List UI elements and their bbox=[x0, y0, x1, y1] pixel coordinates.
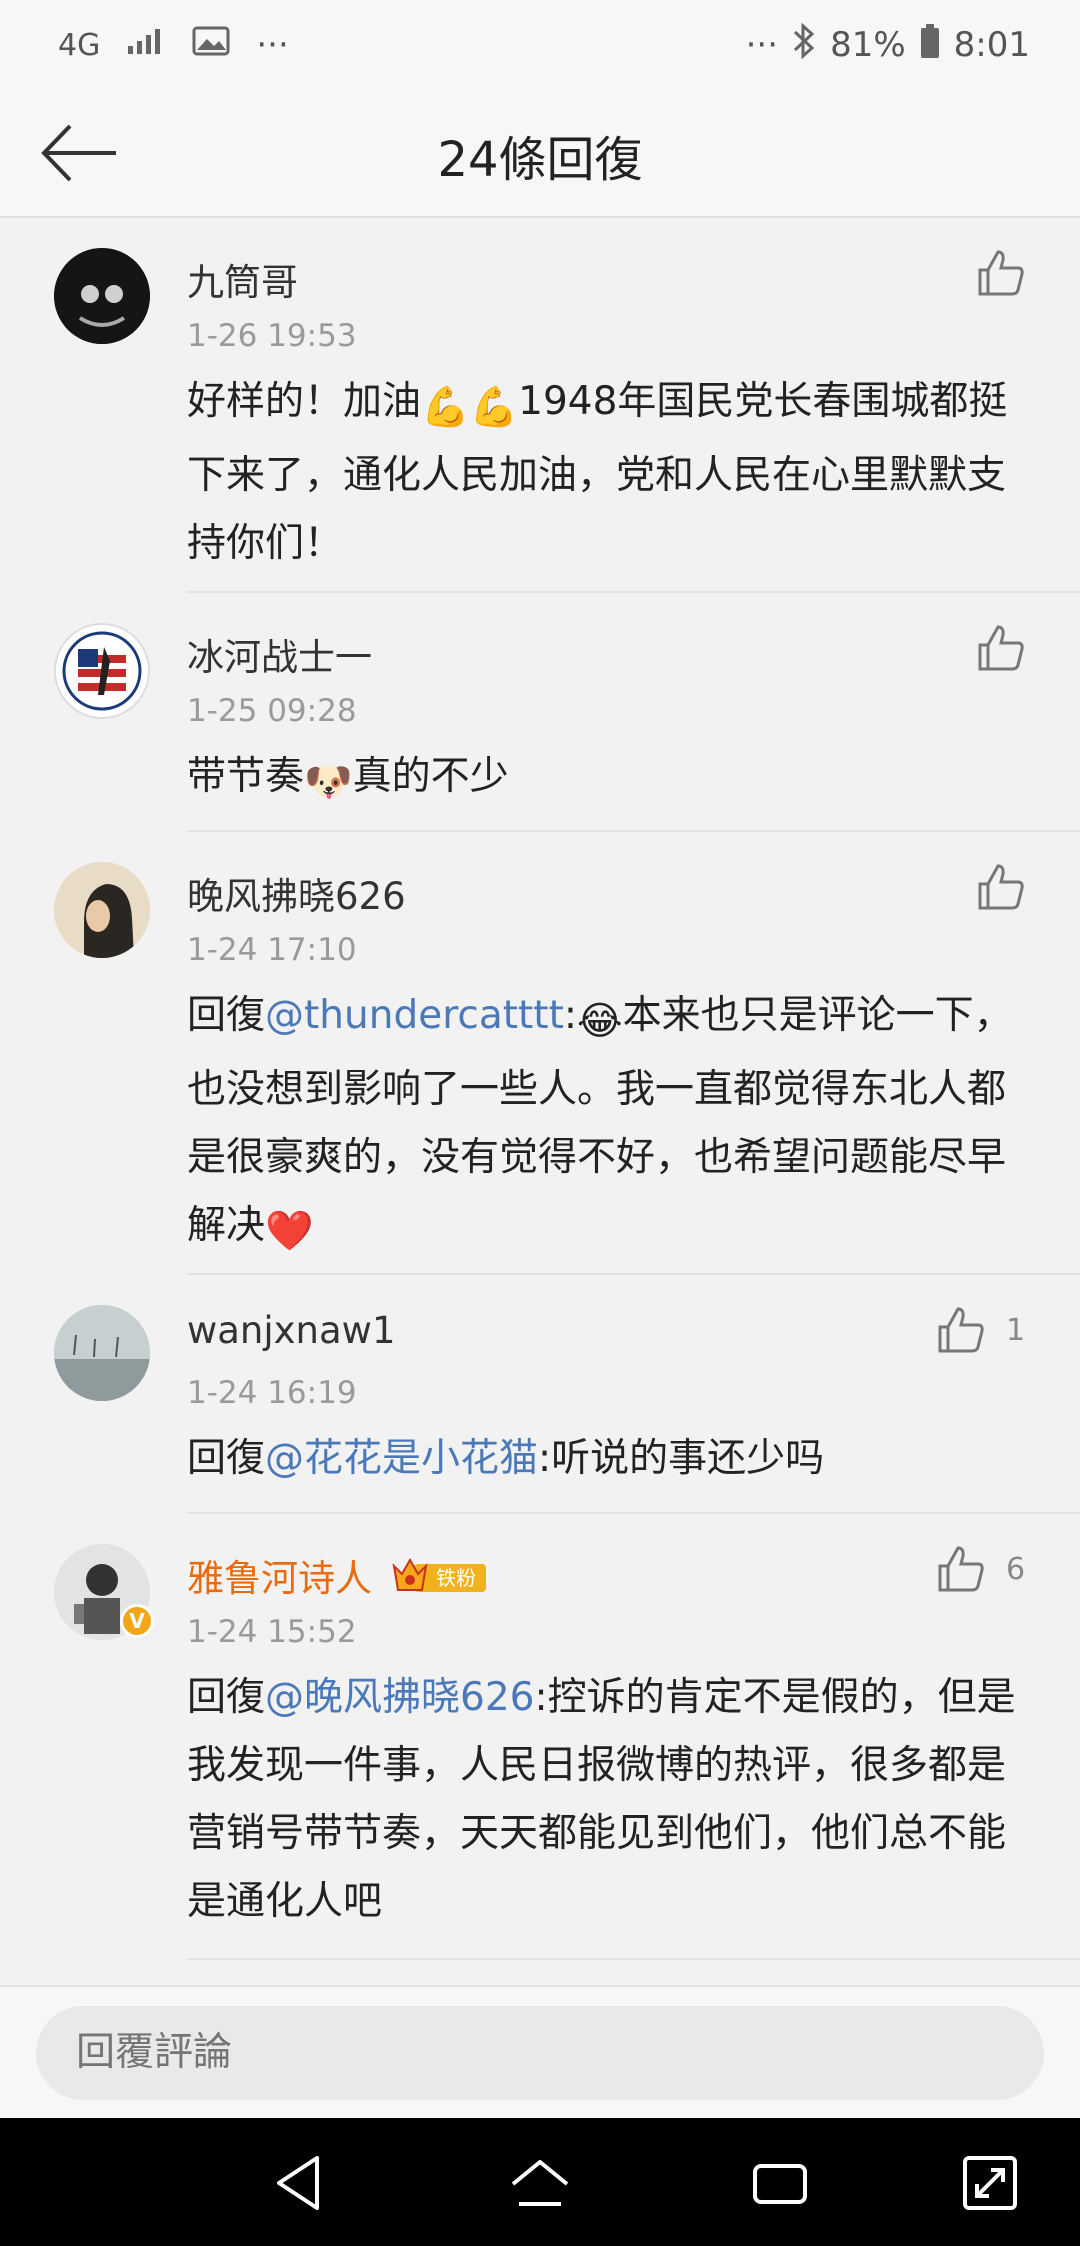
fan-badge: 铁粉 bbox=[392, 1556, 488, 1596]
timestamp: 1-24 15:52 bbox=[187, 1614, 357, 1650]
divider bbox=[187, 1958, 1080, 1960]
expand-icon bbox=[963, 2156, 1017, 2210]
username[interactable]: 雅鲁河诗人 bbox=[187, 1548, 372, 1602]
comment-item: 晚风拂晓626 1-24 17:10 回復@thundercatttt:😂本来也… bbox=[0, 832, 1080, 1275]
mention-link[interactable]: @花花是小花猫 bbox=[265, 1436, 538, 1481]
dog-face-emoji: 🐶 bbox=[304, 760, 353, 805]
laughing-emoji: 😂 bbox=[577, 999, 623, 1044]
back-triangle-icon bbox=[277, 2156, 319, 2210]
like-count: 6 bbox=[1006, 1551, 1026, 1587]
signal-icon bbox=[126, 25, 166, 65]
reply-prefix: 回復 bbox=[187, 993, 266, 1038]
heart-emoji: ❤️ bbox=[265, 1209, 314, 1254]
comment-item: 九筒哥 1-26 19:53 好样的！加油💪💪1948年国民党长春围城都挺下来了… bbox=[0, 218, 1080, 593]
avatar[interactable] bbox=[54, 623, 150, 719]
text-segment: 带节奏 bbox=[187, 754, 305, 799]
status-dots: ··· bbox=[745, 25, 779, 65]
thumbs-up-icon bbox=[978, 250, 1024, 296]
avatar[interactable] bbox=[54, 862, 150, 958]
flexed-biceps-emoji: 💪💪 bbox=[421, 385, 519, 430]
like-count: 1 bbox=[1006, 1312, 1026, 1348]
nav-expand-button[interactable] bbox=[955, 2148, 1025, 2218]
battery-icon bbox=[920, 23, 940, 68]
like-button[interactable] bbox=[976, 623, 1026, 673]
timestamp: 1-24 17:10 bbox=[187, 932, 357, 968]
thumbs-up-icon bbox=[978, 864, 1024, 910]
like-button[interactable] bbox=[976, 862, 1026, 912]
thumbs-up-icon bbox=[938, 1546, 984, 1592]
reply-prefix: 回復 bbox=[187, 1436, 266, 1481]
reply-bar bbox=[0, 1985, 1080, 2118]
username[interactable]: 晚风拂晓626 bbox=[187, 866, 406, 920]
timestamp: 1-25 09:28 bbox=[187, 693, 357, 729]
verified-badge-icon: V bbox=[120, 1604, 154, 1638]
mention-link[interactable]: @晚风拂晓626 bbox=[265, 1675, 534, 1720]
thumbs-up-icon bbox=[938, 1307, 984, 1353]
system-nav-bar bbox=[0, 2118, 1080, 2246]
network-indicator: 4G bbox=[58, 27, 101, 63]
clock: 8:01 bbox=[953, 25, 1030, 65]
reply-prefix: 回復 bbox=[187, 1675, 266, 1720]
like-button[interactable]: 1 bbox=[936, 1305, 1026, 1355]
comment-item: wanjxnaw1 1-24 16:19 1 回復@花花是小花猫:听说的事还少吗 bbox=[0, 1275, 1080, 1514]
avatar[interactable] bbox=[54, 248, 150, 344]
nav-recents-button[interactable] bbox=[745, 2148, 815, 2218]
username[interactable]: 冰河战士一 bbox=[187, 627, 372, 681]
comment-text: 带节奏🐶真的不少 bbox=[187, 743, 1037, 817]
text-segment: : bbox=[563, 993, 578, 1038]
username[interactable]: 九筒哥 bbox=[187, 252, 298, 306]
like-button[interactable]: 6 bbox=[936, 1544, 1026, 1594]
image-icon bbox=[192, 25, 230, 65]
comment-item: 冰河战士一 1-25 09:28 带节奏🐶真的不少 bbox=[0, 593, 1080, 832]
comment-text: 好样的！加油💪💪1948年国民党长春围城都挺下来了，通化人民加油，党和人民在心里… bbox=[187, 368, 1037, 578]
battery-percent: 81% bbox=[830, 25, 906, 65]
mention-link[interactable]: @thundercatttt bbox=[265, 993, 564, 1038]
more-notifications: ··· bbox=[256, 25, 289, 65]
nav-back-button[interactable] bbox=[265, 2148, 335, 2218]
page-title: 24條回復 bbox=[437, 132, 643, 188]
recents-icon bbox=[753, 2164, 807, 2204]
text-segment: :听说的事还少吗 bbox=[538, 1436, 825, 1481]
username[interactable]: wanjxnaw1 bbox=[187, 1309, 396, 1352]
comment-text: 回復@花花是小花猫:听说的事还少吗 bbox=[187, 1425, 1037, 1493]
badge-label: 铁粉 bbox=[436, 1566, 476, 1590]
bluetooth-icon bbox=[792, 22, 816, 68]
thumbs-up-icon bbox=[978, 625, 1024, 671]
comment-list: 九筒哥 1-26 19:53 好样的！加油💪💪1948年国民党长春围城都挺下来了… bbox=[0, 218, 1080, 1960]
comment-text: 回復@thundercatttt:😂本来也只是评论一下，也没想到影响了一些人。我… bbox=[187, 982, 1037, 1266]
status-bar: 4G ··· ··· 81% 8:01 bbox=[0, 0, 1080, 90]
text-segment: 好样的！加油 bbox=[187, 379, 422, 424]
text-segment: 真的不少 bbox=[352, 754, 509, 799]
reply-input[interactable] bbox=[36, 2006, 1044, 2100]
timestamp: 1-26 19:53 bbox=[187, 318, 357, 354]
nav-home-button[interactable] bbox=[505, 2148, 575, 2218]
comment-text: 回復@晚风拂晓626:控诉的肯定不是假的，但是我发现一件事，人民日报微博的热评，… bbox=[187, 1664, 1037, 1936]
header: 24條回復 bbox=[0, 90, 1080, 218]
like-button[interactable] bbox=[976, 248, 1026, 298]
home-icon bbox=[511, 2160, 569, 2206]
comment-item: 雅鲁河诗人 铁粉 1-24 15:52 6 回復@晚风拂晓626:控诉的肯定不是… bbox=[0, 1514, 1080, 1960]
avatar[interactable] bbox=[54, 1305, 150, 1401]
timestamp: 1-24 16:19 bbox=[187, 1375, 357, 1411]
